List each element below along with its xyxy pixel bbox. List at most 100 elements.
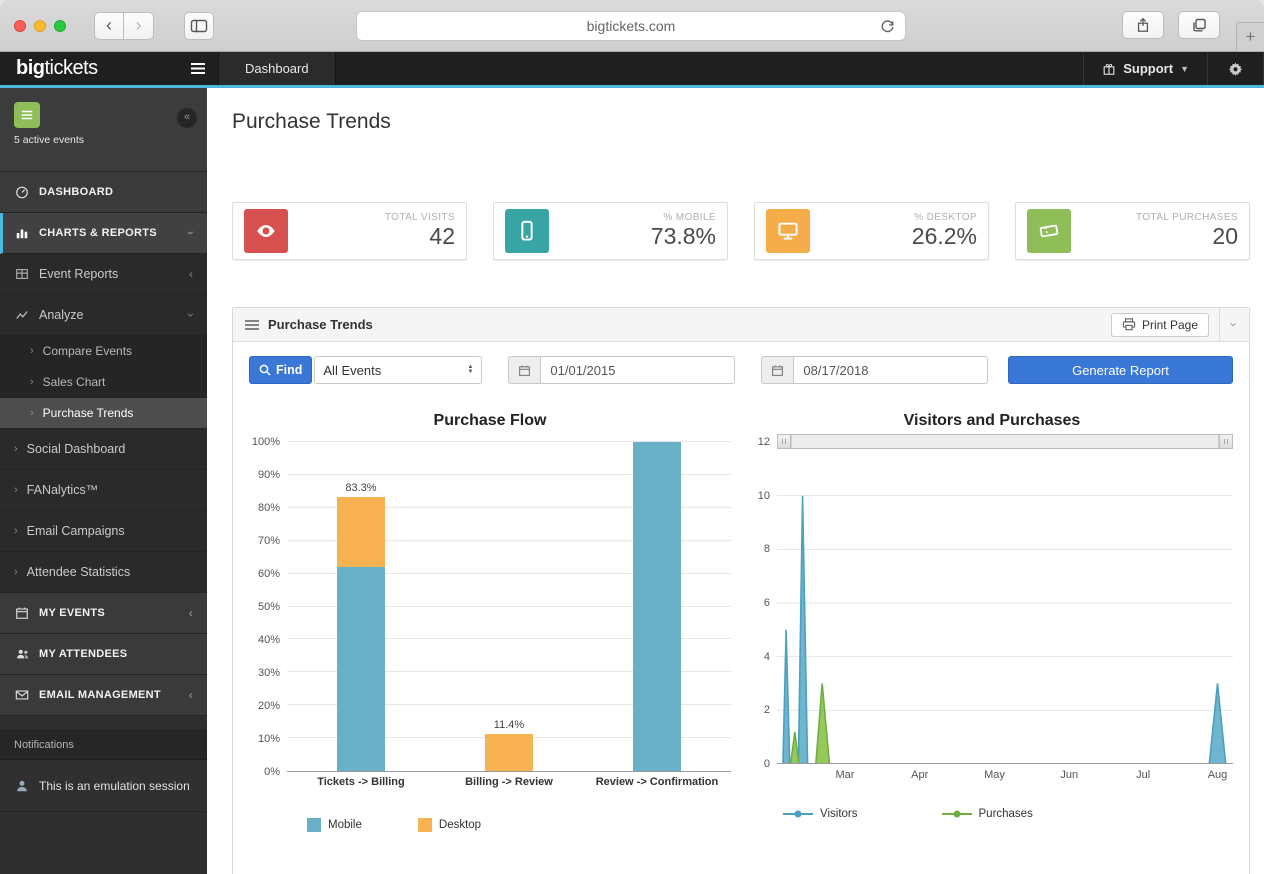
chevron-right-icon: ›: [30, 345, 34, 357]
find-button[interactable]: Find: [249, 356, 312, 384]
x-tick-label: Billing -> Review: [435, 776, 583, 788]
printer-icon: [1122, 318, 1136, 331]
sidebar-label: Sales Chart: [43, 375, 106, 389]
sidebar-item-charts-reports[interactable]: CHARTS & REPORTS ›: [0, 213, 207, 254]
events-select-value: All Events: [323, 363, 381, 378]
reload-icon[interactable]: [880, 19, 895, 34]
mobile-icon: [505, 209, 549, 253]
eye-icon: [244, 209, 288, 253]
chevron-left-icon: ‹: [189, 606, 193, 620]
date-from-input[interactable]: 01/01/2015: [540, 356, 735, 384]
sidebar-item-compare-events[interactable]: › Compare Events: [0, 336, 207, 367]
sidebar-label: Event Reports: [39, 267, 118, 281]
sidebar-item-email-campaigns[interactable]: › Email Campaigns: [0, 511, 207, 552]
active-events-widget[interactable]: 5 active events «: [0, 88, 207, 172]
panel-collapse-button[interactable]: ›: [1219, 308, 1249, 341]
sidebar-item-analyze[interactable]: Analyze ›: [0, 295, 207, 336]
sidebar-label: Email Campaigns: [27, 524, 125, 538]
bar-value-label: 11.4%: [494, 719, 524, 731]
generate-report-button[interactable]: Generate Report: [1008, 356, 1233, 384]
bigtickets-logo[interactable]: bigtickets: [0, 52, 178, 85]
sidebar-label: MY ATTENDEES: [39, 648, 127, 660]
sidebar-item-sales-chart[interactable]: › Sales Chart: [0, 367, 207, 398]
sidebar-item-purchase-trends[interactable]: › Purchase Trends: [0, 398, 207, 429]
line-chart-icon: [14, 308, 30, 322]
filter-row: Find All Events ▲▼ 01/01/2015 08/17/: [233, 342, 1249, 394]
legend-item: Desktop: [418, 818, 481, 832]
y-tick-label: 50%: [258, 601, 280, 613]
zoom-window-button[interactable]: [54, 20, 66, 32]
legend-item: Visitors: [783, 808, 858, 820]
stat-value: 42: [298, 223, 455, 249]
scrollbar-left-handle[interactable]: [778, 435, 791, 448]
x-tick-label: Aug: [1208, 769, 1228, 781]
app-navbar: bigtickets Dashboard Support ▼: [0, 52, 1264, 88]
sidebar-item-attendee-statistics[interactable]: › Attendee Statistics: [0, 552, 207, 593]
date-to-input[interactable]: 08/17/2018: [793, 356, 988, 384]
y-tick-label: 8: [764, 543, 770, 555]
user-icon: [14, 779, 30, 793]
nav-tab-dashboard[interactable]: Dashboard: [218, 52, 336, 85]
y-tick-label: 100%: [252, 436, 280, 448]
date-to-group: 08/17/2018: [761, 356, 988, 384]
stats-row: TOTAL VISITS 42 % MOBILE 73.8% % DESKT: [232, 202, 1250, 260]
browser-forward-button[interactable]: ›: [124, 12, 154, 40]
legend-line: [783, 813, 813, 815]
scrollbar-right-handle[interactable]: [1219, 435, 1232, 448]
browser-back-button[interactable]: ‹: [94, 12, 124, 40]
x-tick-label: May: [984, 769, 1005, 781]
legend-dot: [795, 811, 802, 818]
envelope-icon: [14, 688, 30, 702]
browser-window: ‹ › bigtickets.com + bigtickets D: [0, 0, 1264, 874]
purchase-flow-chart: Purchase Flow 0%10%20%30%40%50%60%70%80%…: [239, 402, 741, 832]
support-menu[interactable]: Support ▼: [1083, 52, 1208, 85]
chevron-right-icon: ›: [14, 484, 18, 496]
list-icon: [245, 319, 259, 331]
sidebar-label: Compare Events: [43, 344, 132, 358]
sidebar-item-email-management[interactable]: EMAIL MANAGEMENT ‹: [0, 675, 207, 716]
y-tick-label: 40%: [258, 634, 280, 646]
chevron-right-icon: ›: [14, 443, 18, 455]
legend-swatch: [418, 818, 432, 832]
settings-button[interactable]: [1208, 52, 1264, 85]
date-from-group: 01/01/2015: [508, 356, 735, 384]
chevron-down-icon: ›: [184, 231, 198, 235]
sidebar-item-my-attendees[interactable]: MY ATTENDEES: [0, 634, 207, 675]
chevron-right-icon: ›: [14, 566, 18, 578]
legend-item: Mobile: [307, 818, 362, 832]
x-axis-labels: MarAprMayJunJulAug: [777, 764, 1233, 784]
address-bar[interactable]: bigtickets.com: [356, 11, 906, 41]
sidebar-item-event-reports[interactable]: Event Reports ‹: [0, 254, 207, 295]
tickets-icon: [1027, 209, 1071, 253]
browser-share-button[interactable]: [1122, 11, 1164, 39]
stat-card-total-visits: TOTAL VISITS 42: [232, 202, 467, 260]
minimize-window-button[interactable]: [34, 20, 46, 32]
y-tick-label: 80%: [258, 502, 280, 514]
scrollbar-thumb[interactable]: [791, 435, 1219, 448]
x-tick-label: Jun: [1060, 769, 1078, 781]
bar-segment-mobile: [337, 567, 385, 771]
sidebar-item-dashboard[interactable]: DASHBOARD: [0, 172, 207, 213]
browser-tabs-button[interactable]: [1178, 11, 1220, 39]
bar-plot-area: 83.3%11.4%: [287, 442, 731, 772]
calendar-icon: [14, 606, 30, 620]
sidebar-collapse-button[interactable]: «: [177, 108, 197, 128]
new-tab-button[interactable]: +: [1236, 22, 1264, 52]
chart-zoom-scrollbar[interactable]: [777, 434, 1233, 449]
chevron-left-icon: ‹: [189, 267, 193, 281]
sidebar-filler: [0, 812, 207, 874]
gear-icon: [1228, 61, 1243, 76]
sidebar-item-social-dashboard[interactable]: › Social Dashboard: [0, 429, 207, 470]
sidebar-item-my-events[interactable]: MY EVENTS ‹: [0, 593, 207, 634]
menu-toggle-button[interactable]: [178, 52, 218, 85]
print-page-button[interactable]: Print Page: [1111, 313, 1209, 337]
legend-label: Mobile: [328, 819, 362, 831]
events-select[interactable]: All Events ▲▼: [314, 356, 482, 384]
x-tick-label: Review -> Confirmation: [583, 776, 731, 788]
stat-label: % MOBILE: [559, 212, 716, 223]
browser-sidebar-button[interactable]: [184, 12, 214, 40]
close-window-button[interactable]: [14, 20, 26, 32]
gauge-icon: [14, 185, 30, 199]
sidebar-item-fanalytics[interactable]: › FANalytics™: [0, 470, 207, 511]
y-tick-label: 70%: [258, 535, 280, 547]
